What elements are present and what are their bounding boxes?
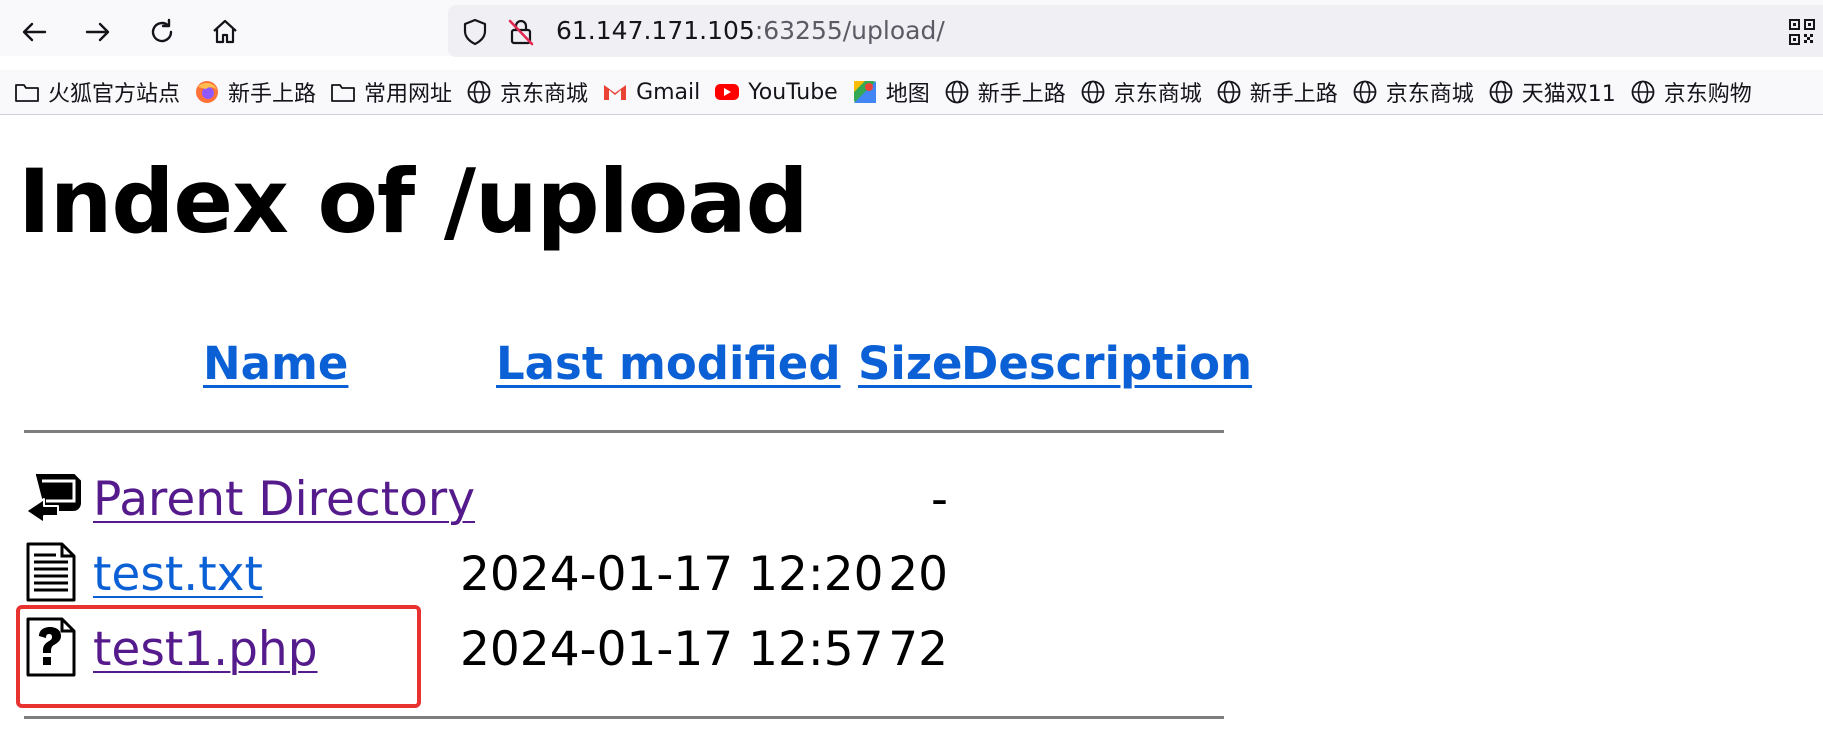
bookmarks-toolbar: 火狐官方站点 新手上路 常用网址 京东商城 Gmail YouTube 地图 新… bbox=[0, 70, 1823, 115]
globe-icon bbox=[1216, 79, 1242, 105]
bookmark-label: 常用网址 bbox=[364, 82, 453, 107]
file-size: - bbox=[931, 472, 948, 527]
bookmark-item[interactable]: 新手上路 bbox=[194, 75, 316, 109]
file-date: 2024-01-17 12:57 bbox=[460, 622, 884, 677]
bookmark-item[interactable]: 新手上路 bbox=[944, 75, 1066, 109]
bookmark-label: 新手上路 bbox=[228, 82, 317, 107]
browser-toolbar: 61.147.171.105:63255/upload/ bbox=[0, 0, 1823, 57]
folder-icon bbox=[330, 79, 356, 105]
maps-icon bbox=[852, 79, 878, 105]
globe-icon bbox=[1630, 79, 1656, 105]
url-text[interactable]: 61.147.171.105:63255/upload/ bbox=[556, 17, 945, 45]
url-bar[interactable]: 61.147.171.105:63255/upload/ bbox=[448, 5, 1823, 57]
page-title: Index of /upload bbox=[18, 150, 809, 253]
file-date: 2024-01-17 12:20 bbox=[460, 547, 884, 602]
highlight-annotation-box bbox=[16, 605, 421, 708]
file-link-test-txt[interactable]: test.txt bbox=[93, 547, 263, 603]
forward-button[interactable] bbox=[78, 12, 118, 52]
bookmark-item[interactable]: 京东商城 bbox=[1352, 75, 1474, 109]
back-folder-icon bbox=[25, 474, 81, 524]
bookmark-folder[interactable]: 火狐官方站点 bbox=[14, 75, 180, 109]
bookmark-label: 京东商城 bbox=[1113, 82, 1202, 107]
text-file-icon bbox=[26, 542, 76, 602]
bookmark-item[interactable]: 天猫双11 bbox=[1488, 75, 1616, 109]
sort-by-size-link[interactable]: Size bbox=[858, 338, 963, 390]
globe-icon bbox=[1080, 79, 1106, 105]
bookmark-item[interactable]: 地图 bbox=[852, 75, 930, 109]
globe-icon bbox=[1352, 79, 1378, 105]
qr-code-icon[interactable] bbox=[1789, 19, 1815, 45]
bookmark-item[interactable]: 京东商城 bbox=[1080, 75, 1202, 109]
footer-divider bbox=[24, 716, 1224, 719]
firefox-icon bbox=[194, 79, 220, 105]
url-path: :63255/upload/ bbox=[754, 16, 945, 45]
sort-by-description-link[interactable]: Description bbox=[961, 338, 1252, 390]
file-link-parent-directory[interactable]: Parent Directory bbox=[93, 472, 475, 528]
sort-by-name-link[interactable]: Name bbox=[203, 338, 348, 390]
youtube-icon bbox=[714, 79, 740, 105]
bookmark-label: 新手上路 bbox=[1249, 82, 1338, 107]
bookmark-item[interactable]: Gmail bbox=[602, 75, 700, 109]
bookmark-item[interactable]: 京东购物 bbox=[1630, 75, 1752, 109]
bookmark-item[interactable]: 新手上路 bbox=[1216, 75, 1338, 109]
sort-by-last-modified-link[interactable]: Last modified bbox=[496, 338, 841, 390]
reload-button[interactable] bbox=[142, 12, 182, 52]
file-size: 20 bbox=[888, 547, 948, 602]
home-button[interactable] bbox=[205, 12, 245, 52]
bookmark-label: 火狐官方站点 bbox=[48, 82, 181, 107]
file-size: 72 bbox=[888, 622, 948, 677]
bookmark-label: Gmail bbox=[636, 79, 701, 105]
bookmark-label: 天猫双11 bbox=[1521, 82, 1616, 107]
bookmark-label: 新手上路 bbox=[977, 82, 1066, 107]
bookmark-label: 京东商城 bbox=[500, 82, 589, 107]
back-icon bbox=[22, 22, 47, 42]
bookmark-label: 京东购物 bbox=[1663, 82, 1752, 107]
url-host: 61.147.171.105 bbox=[556, 16, 755, 45]
bookmark-label: 京东商城 bbox=[1385, 82, 1474, 107]
header-divider bbox=[24, 430, 1224, 433]
back-button[interactable] bbox=[14, 12, 54, 52]
globe-icon bbox=[944, 79, 970, 105]
bookmark-folder[interactable]: 常用网址 bbox=[330, 75, 452, 109]
shield-icon[interactable] bbox=[460, 17, 490, 47]
globe-icon bbox=[1488, 79, 1514, 105]
bookmark-item[interactable]: 京东商城 bbox=[466, 75, 588, 109]
bookmark-label: 地图 bbox=[885, 82, 930, 107]
home-icon bbox=[213, 19, 237, 44]
gmail-icon bbox=[602, 79, 628, 105]
folder-icon bbox=[14, 79, 40, 105]
forward-icon bbox=[85, 22, 110, 42]
bookmark-item[interactable]: YouTube bbox=[714, 75, 838, 109]
globe-icon bbox=[466, 79, 492, 105]
reload-icon bbox=[151, 18, 173, 43]
bookmark-label: YouTube bbox=[748, 79, 838, 105]
insecure-lock-icon[interactable] bbox=[506, 17, 536, 47]
